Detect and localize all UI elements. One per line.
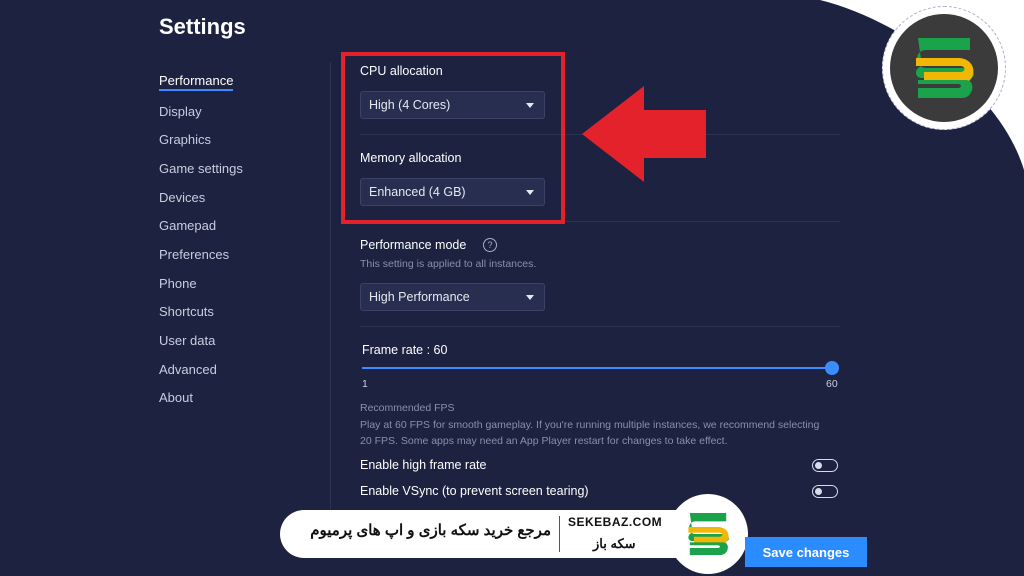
frame-rate-slider-track[interactable] <box>362 367 832 369</box>
highlight-box <box>341 52 565 224</box>
sidebar-item-label: Performance <box>159 73 234 92</box>
banner-domain: SEKEBAZ.COM <box>568 515 663 529</box>
help-icon[interactable]: ? <box>483 238 497 252</box>
sidebar-item-user-data[interactable]: User data <box>159 326 319 355</box>
recommended-fps-title: Recommended FPS <box>360 402 455 414</box>
chevron-down-icon <box>526 295 534 300</box>
recommended-fps-text: Play at 60 FPS for smooth gameplay. If y… <box>360 419 820 447</box>
sidebar-nav: Performance Display Graphics Game settin… <box>159 68 319 412</box>
performance-mode-label: Performance mode <box>360 238 467 252</box>
frame-rate-max: 60 <box>826 378 838 390</box>
sidebar-item-label: Graphics <box>159 132 212 148</box>
page-title: Settings <box>159 14 246 39</box>
sidebar-item-display[interactable]: Display <box>159 97 319 126</box>
sidebar-item-label: Game settings <box>159 160 243 176</box>
frame-rate-min: 1 <box>362 378 368 390</box>
performance-mode-hint: This setting is applied to all instances… <box>360 258 537 270</box>
sidebar-item-label: About <box>159 390 193 406</box>
frame-rate-slider-handle[interactable] <box>825 361 839 375</box>
sidebar-item-label: Devices <box>159 189 206 205</box>
sekebaz-logo-icon <box>688 513 729 555</box>
sidebar-item-about[interactable]: About <box>159 384 319 413</box>
sidebar-item-graphics[interactable]: Graphics <box>159 125 319 154</box>
sidebar-item-preferences[interactable]: Preferences <box>159 240 319 269</box>
banner-tagline: مرجع خرید سکه بازی و اپ های پرمیوم <box>310 522 551 539</box>
banner-separator <box>559 516 560 552</box>
brand-logo <box>882 6 1006 130</box>
high-frame-rate-label: Enable high frame rate <box>360 458 487 472</box>
banner-logo <box>668 494 748 574</box>
performance-mode-value: High Performance <box>369 290 470 304</box>
vsync-toggle[interactable] <box>812 485 838 498</box>
sidebar-item-game-settings[interactable]: Game settings <box>159 154 319 183</box>
vsync-label: Enable VSync (to prevent screen tearing) <box>360 484 589 498</box>
sidebar-item-label: Preferences <box>159 246 230 262</box>
sidebar-item-phone[interactable]: Phone <box>159 269 319 298</box>
toggle-knob <box>815 487 822 495</box>
red-arrow-icon <box>582 86 706 182</box>
sidebar-item-label: Shortcuts <box>159 304 214 320</box>
save-changes-button[interactable]: Save changes <box>745 537 867 567</box>
performance-mode-select[interactable]: High Performance <box>360 283 545 311</box>
high-frame-rate-toggle[interactable] <box>812 459 838 472</box>
toggle-knob <box>815 461 822 469</box>
sidebar-item-gamepad[interactable]: Gamepad <box>159 211 319 240</box>
section-divider <box>360 326 840 327</box>
sidebar-item-devices[interactable]: Devices <box>159 183 319 212</box>
sidebar-item-label: Phone <box>159 275 197 291</box>
sidebar-item-advanced[interactable]: Advanced <box>159 355 319 384</box>
frame-rate-label: Frame rate : 60 <box>362 343 448 357</box>
sidebar-item-shortcuts[interactable]: Shortcuts <box>159 298 319 327</box>
sidebar-item-label: Gamepad <box>159 218 217 234</box>
sidebar-item-label: Display <box>159 103 202 119</box>
sekebaz-logo-icon <box>916 38 974 98</box>
brand-logo-inner <box>890 14 998 122</box>
sidebar-item-label: Advanced <box>159 361 217 377</box>
sidebar-divider <box>330 62 331 516</box>
banner-brand-name: سکه باز <box>593 536 636 551</box>
sidebar-item-performance[interactable]: Performance <box>159 68 319 97</box>
sidebar-item-label: User data <box>159 333 216 349</box>
